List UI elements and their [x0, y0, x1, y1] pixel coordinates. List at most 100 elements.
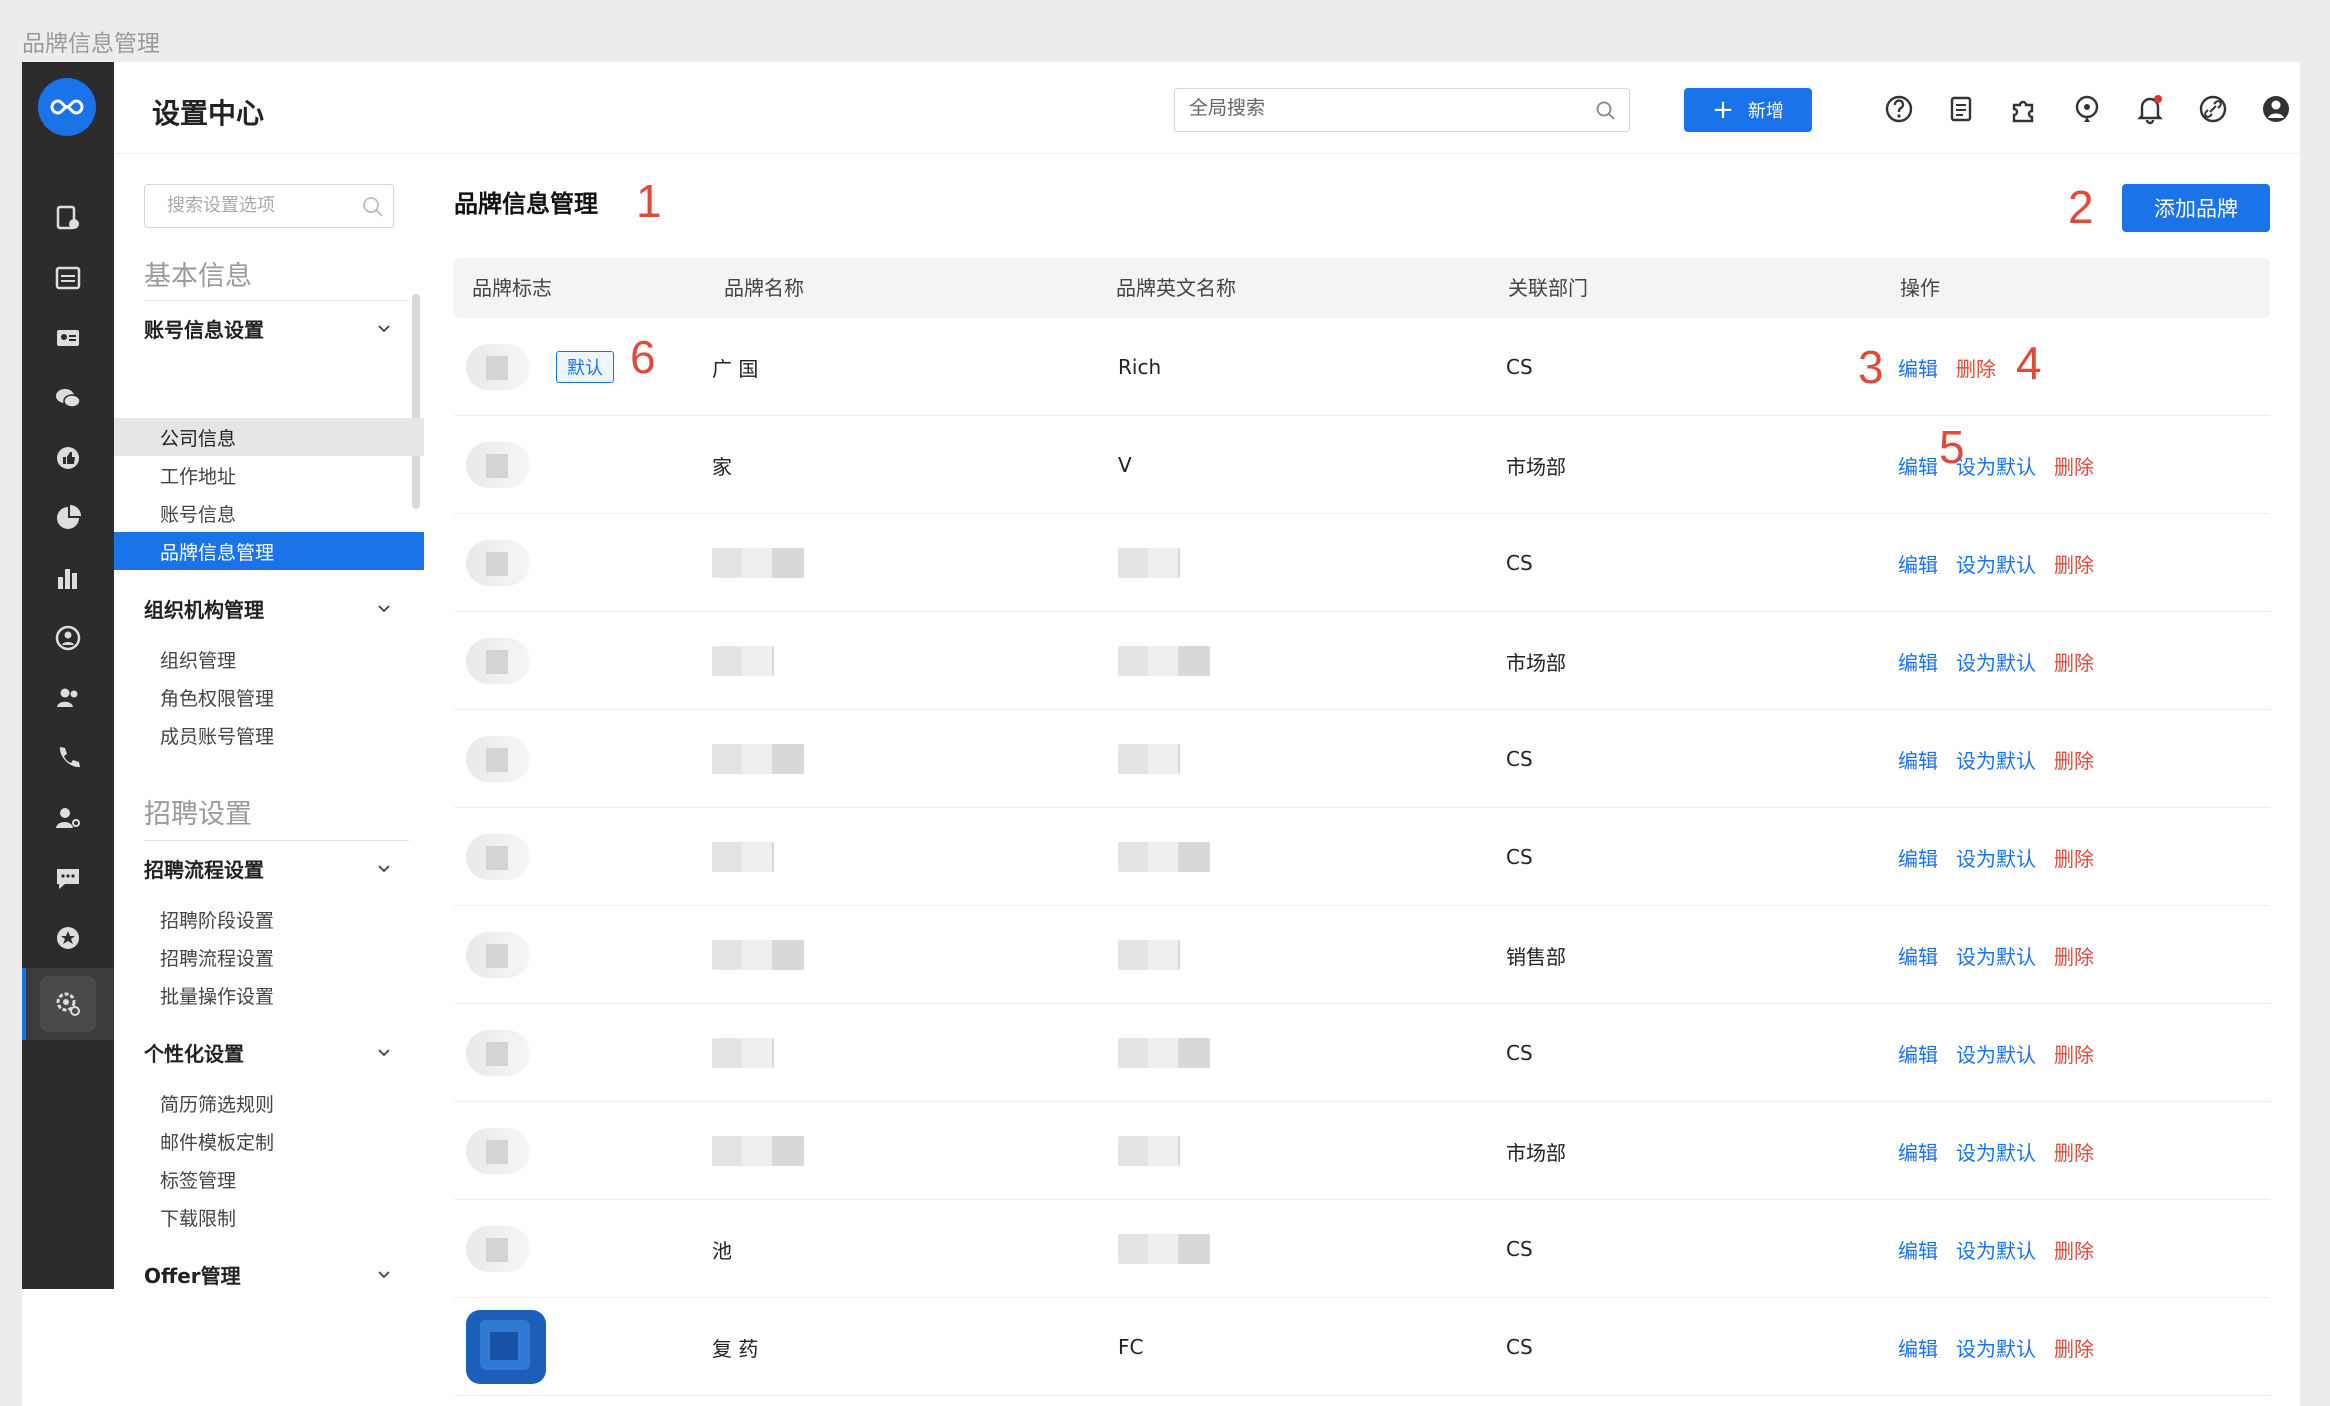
- set-default-link[interactable]: 设为默认: [1956, 1333, 2036, 1362]
- sidebar-item-process[interactable]: 招聘流程设置: [114, 938, 424, 976]
- plugin-icon[interactable]: [2007, 92, 2041, 126]
- delete-link[interactable]: 删除: [2054, 1039, 2094, 1068]
- sidebar-item-resume-rules[interactable]: 简历筛选规则: [114, 1084, 424, 1122]
- section-org-management[interactable]: 组织机构管理: [144, 588, 394, 628]
- rail-thumbsup-icon[interactable]: [22, 428, 114, 488]
- redacted-text: [1118, 548, 1180, 578]
- delete-link[interactable]: 删除: [2054, 745, 2094, 774]
- edit-link[interactable]: 编辑: [1898, 1137, 1938, 1166]
- edit-link[interactable]: 编辑: [1898, 1333, 1938, 1362]
- section-recruit-process[interactable]: 招聘流程设置: [144, 848, 394, 888]
- sidebar-item-batch[interactable]: 批量操作设置: [114, 976, 424, 1014]
- set-default-link[interactable]: 设为默认: [1956, 843, 2036, 872]
- sidebar-item-org[interactable]: 组织管理: [114, 640, 424, 678]
- set-default-link[interactable]: 设为默认: [1956, 647, 2036, 676]
- rail-barchart-icon[interactable]: [22, 548, 114, 608]
- delete-link[interactable]: 删除: [2054, 1333, 2094, 1362]
- actions-cell: 编辑 设为默认 删除: [1898, 1298, 2278, 1396]
- sidebar-item-account-info[interactable]: 账号信息: [114, 494, 424, 532]
- set-default-link[interactable]: 设为默认: [1956, 1137, 2036, 1166]
- edit-link[interactable]: 编辑: [1898, 1039, 1938, 1068]
- set-default-link[interactable]: 设为默认: [1956, 941, 2036, 970]
- rail-team-icon[interactable]: [22, 668, 114, 728]
- user-avatar-icon[interactable]: [2259, 92, 2293, 126]
- rail-piechart-icon[interactable]: [22, 488, 114, 548]
- delete-link[interactable]: 删除: [2054, 549, 2094, 578]
- actions-cell: 编辑 设为默认 删除: [1898, 710, 2278, 808]
- settings-search[interactable]: [144, 184, 394, 228]
- sidebar-item-stages[interactable]: 招聘阶段设置: [114, 900, 424, 938]
- rail-calendar-icon[interactable]: [22, 248, 114, 308]
- settings-search-input[interactable]: [167, 185, 367, 225]
- edit-link[interactable]: 编辑: [1898, 647, 1938, 676]
- sidebar-item-company-info[interactable]: 公司信息: [114, 418, 424, 456]
- sidebar-item-members[interactable]: 成员账号管理: [114, 716, 424, 754]
- rail-profile-icon[interactable]: [22, 608, 114, 668]
- set-default-link[interactable]: 设为默认: [1956, 451, 2036, 480]
- sidebar-item-email-templates[interactable]: 邮件模板定制: [114, 1122, 424, 1160]
- link-icon[interactable]: [2196, 92, 2230, 126]
- sidebar-item-download-limit[interactable]: 下载限制: [114, 1198, 424, 1236]
- rail-wechat-icon[interactable]: [22, 368, 114, 428]
- brand-en-name-cell: Rich: [1118, 318, 1498, 416]
- edit-link[interactable]: 编辑: [1898, 549, 1938, 578]
- delete-link[interactable]: 删除: [2054, 647, 2094, 676]
- brand-logo-cell: [466, 416, 696, 514]
- edit-link[interactable]: 编辑: [1898, 745, 1938, 774]
- set-default-link[interactable]: 设为默认: [1956, 549, 2036, 578]
- rail-usersettings-icon[interactable]: [22, 788, 114, 848]
- edit-link[interactable]: 编辑: [1898, 843, 1938, 872]
- document-icon[interactable]: [1944, 92, 1978, 126]
- rail-idcard-icon[interactable]: [22, 308, 114, 368]
- sidebar-item-roles[interactable]: 角色权限管理: [114, 678, 424, 716]
- sidebar-item-work-address[interactable]: 工作地址: [114, 456, 424, 494]
- sidebar-item-tags[interactable]: 标签管理: [114, 1160, 424, 1198]
- add-brand-button[interactable]: 添加品牌: [2122, 184, 2270, 232]
- sidebar-item-brand-management[interactable]: 品牌信息管理: [114, 532, 424, 570]
- table-row: CS 编辑 设为默认 删除: [454, 1004, 2270, 1102]
- global-search[interactable]: [1174, 88, 1630, 132]
- set-default-link[interactable]: 设为默认: [1956, 1235, 2036, 1264]
- search-icon[interactable]: [1595, 100, 1617, 122]
- actions-cell: 编辑 设为默认 删除: [1898, 1200, 2278, 1298]
- search-icon[interactable]: [361, 195, 385, 219]
- set-default-link[interactable]: 设为默认: [1956, 1039, 2036, 1068]
- new-button[interactable]: + 新增: [1684, 88, 1812, 132]
- edit-link[interactable]: 编辑: [1898, 1235, 1938, 1264]
- delete-link[interactable]: 删除: [2054, 451, 2094, 480]
- rail-phone-icon[interactable]: [22, 728, 114, 788]
- edit-link[interactable]: 编辑: [1898, 451, 1938, 480]
- global-search-input[interactable]: [1189, 89, 1569, 129]
- section-offer[interactable]: Offer管理: [144, 1254, 394, 1289]
- delete-link[interactable]: 删除: [2054, 1235, 2094, 1264]
- delete-link[interactable]: 删除: [2054, 1137, 2094, 1166]
- nav-rail: [22, 62, 114, 1289]
- table-row: 默认 广 国 Rich CS 编辑 删除: [454, 318, 2270, 416]
- rail-message-icon[interactable]: [22, 848, 114, 908]
- department-cell: 销售部: [1506, 944, 1566, 969]
- brand-table: 品牌标志 品牌名称 品牌英文名称 关联部门 操作 默认广 国 Rich CS 编辑 删除…: [454, 258, 2270, 1396]
- chevron-down-icon: [378, 865, 390, 873]
- section-account-settings[interactable]: 账号信息设置: [144, 308, 394, 348]
- section-personalization[interactable]: 个性化设置: [144, 1032, 394, 1072]
- app-logo[interactable]: [38, 78, 96, 136]
- delete-link[interactable]: 删除: [2054, 843, 2094, 872]
- set-default-link[interactable]: 设为默认: [1956, 745, 2036, 774]
- actions-cell: 编辑 删除: [1898, 318, 2278, 416]
- help-icon[interactable]: [1882, 92, 1916, 126]
- group-title-basic: 基本信息: [144, 261, 252, 292]
- notification-bell-icon[interactable]: [2133, 92, 2167, 126]
- edit-link[interactable]: 编辑: [1898, 941, 1938, 970]
- edit-link[interactable]: 编辑: [1898, 353, 1938, 382]
- rail-settings-icon[interactable]: [22, 968, 114, 1040]
- department-cell: CS: [1506, 845, 1533, 869]
- brand-en-name-cell: [1118, 1200, 1498, 1298]
- rail-reports-icon[interactable]: [22, 188, 114, 248]
- brand-logo-image: [466, 540, 530, 586]
- brand-logo-image: [466, 834, 530, 880]
- table-row: CS 编辑 设为默认 删除: [454, 710, 2270, 808]
- support-icon[interactable]: [2070, 92, 2104, 126]
- delete-link[interactable]: 删除: [1956, 353, 1996, 382]
- rail-star-icon[interactable]: [22, 908, 114, 968]
- delete-link[interactable]: 删除: [2054, 941, 2094, 970]
